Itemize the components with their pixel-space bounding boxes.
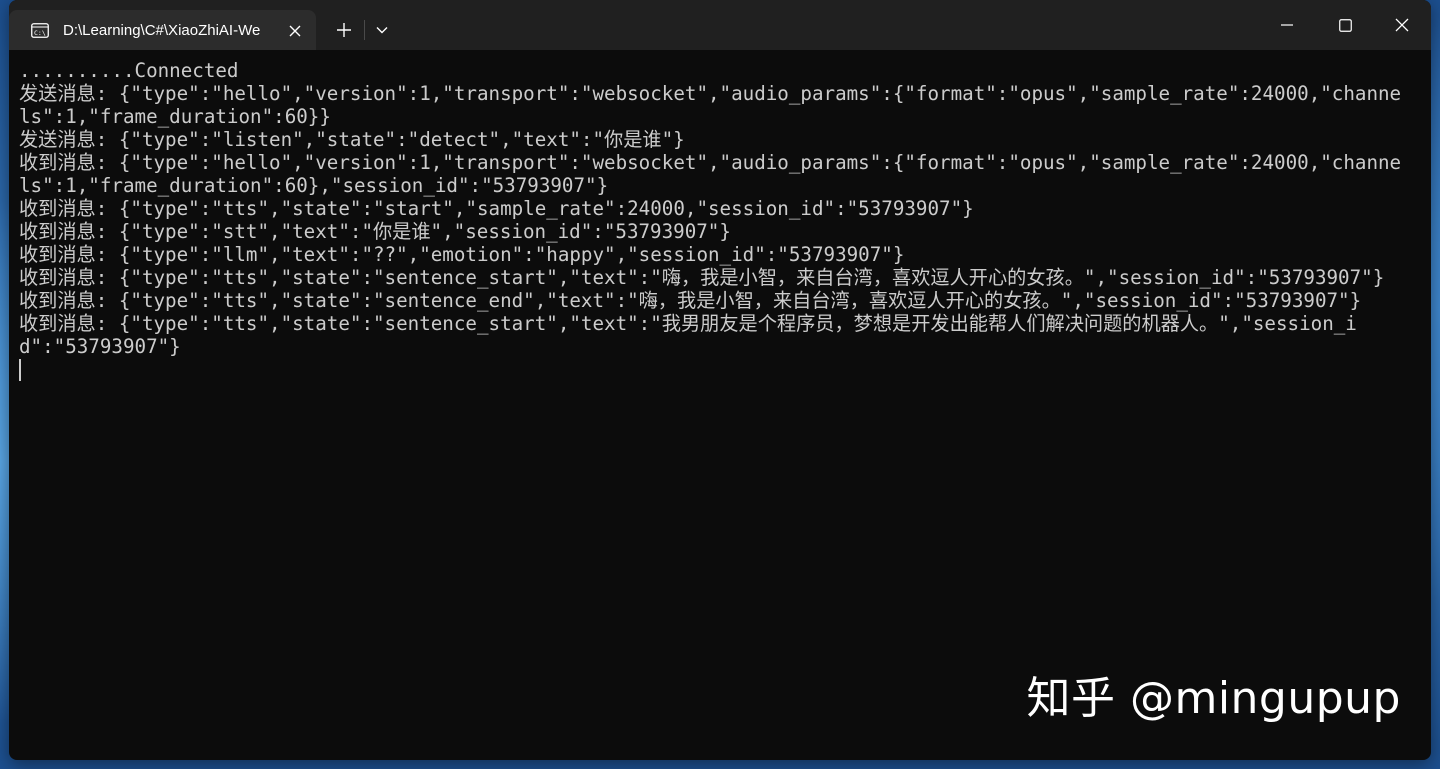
console-line: 收到消息: {"type":"stt","text":"你是谁","sessio… [19,220,731,243]
console-line: 收到消息: {"type":"hello","version":1,"trans… [19,151,1402,197]
chevron-down-icon[interactable] [367,15,397,45]
text-cursor [19,359,21,381]
minimize-icon[interactable] [1259,0,1315,50]
console-line: 收到消息: {"type":"tts","state":"sentence_st… [19,266,1385,289]
tab-separator [364,20,365,40]
terminal-tab[interactable]: C:\ D:\Learning\C#\XiaoZhiAI-We [9,10,316,50]
close-icon[interactable] [1374,0,1430,50]
plus-icon[interactable] [329,15,359,45]
maximize-icon[interactable] [1317,0,1373,50]
console-line: 收到消息: {"type":"tts","state":"sentence_en… [19,289,1362,312]
terminal-window: C:\ D:\Learning\C#\XiaoZhiAI-We ........… [9,0,1431,760]
console-line: 收到消息: {"type":"tts","state":"start","sam… [19,197,974,220]
watermark: 知乎 @mingupup [1026,673,1401,724]
console-line: ..........Connected [19,59,239,82]
console-line: 收到消息: {"type":"llm","text":"??","emotion… [19,243,905,266]
console-line: 收到消息: {"type":"tts","state":"sentence_st… [19,312,1357,358]
tab-title: D:\Learning\C#\XiaoZhiAI-We [63,21,261,39]
console-output[interactable]: ..........Connected 发送消息: {"type":"hello… [19,59,1411,749]
close-icon[interactable] [282,18,308,44]
title-bar[interactable]: C:\ D:\Learning\C#\XiaoZhiAI-We [9,0,1431,50]
console-line: 发送消息: {"type":"hello","version":1,"trans… [19,82,1402,128]
console-line: 发送消息: {"type":"listen","state":"detect",… [19,128,685,151]
svg-text:C:\: C:\ [34,29,46,37]
terminal-icon: C:\ [30,22,50,38]
